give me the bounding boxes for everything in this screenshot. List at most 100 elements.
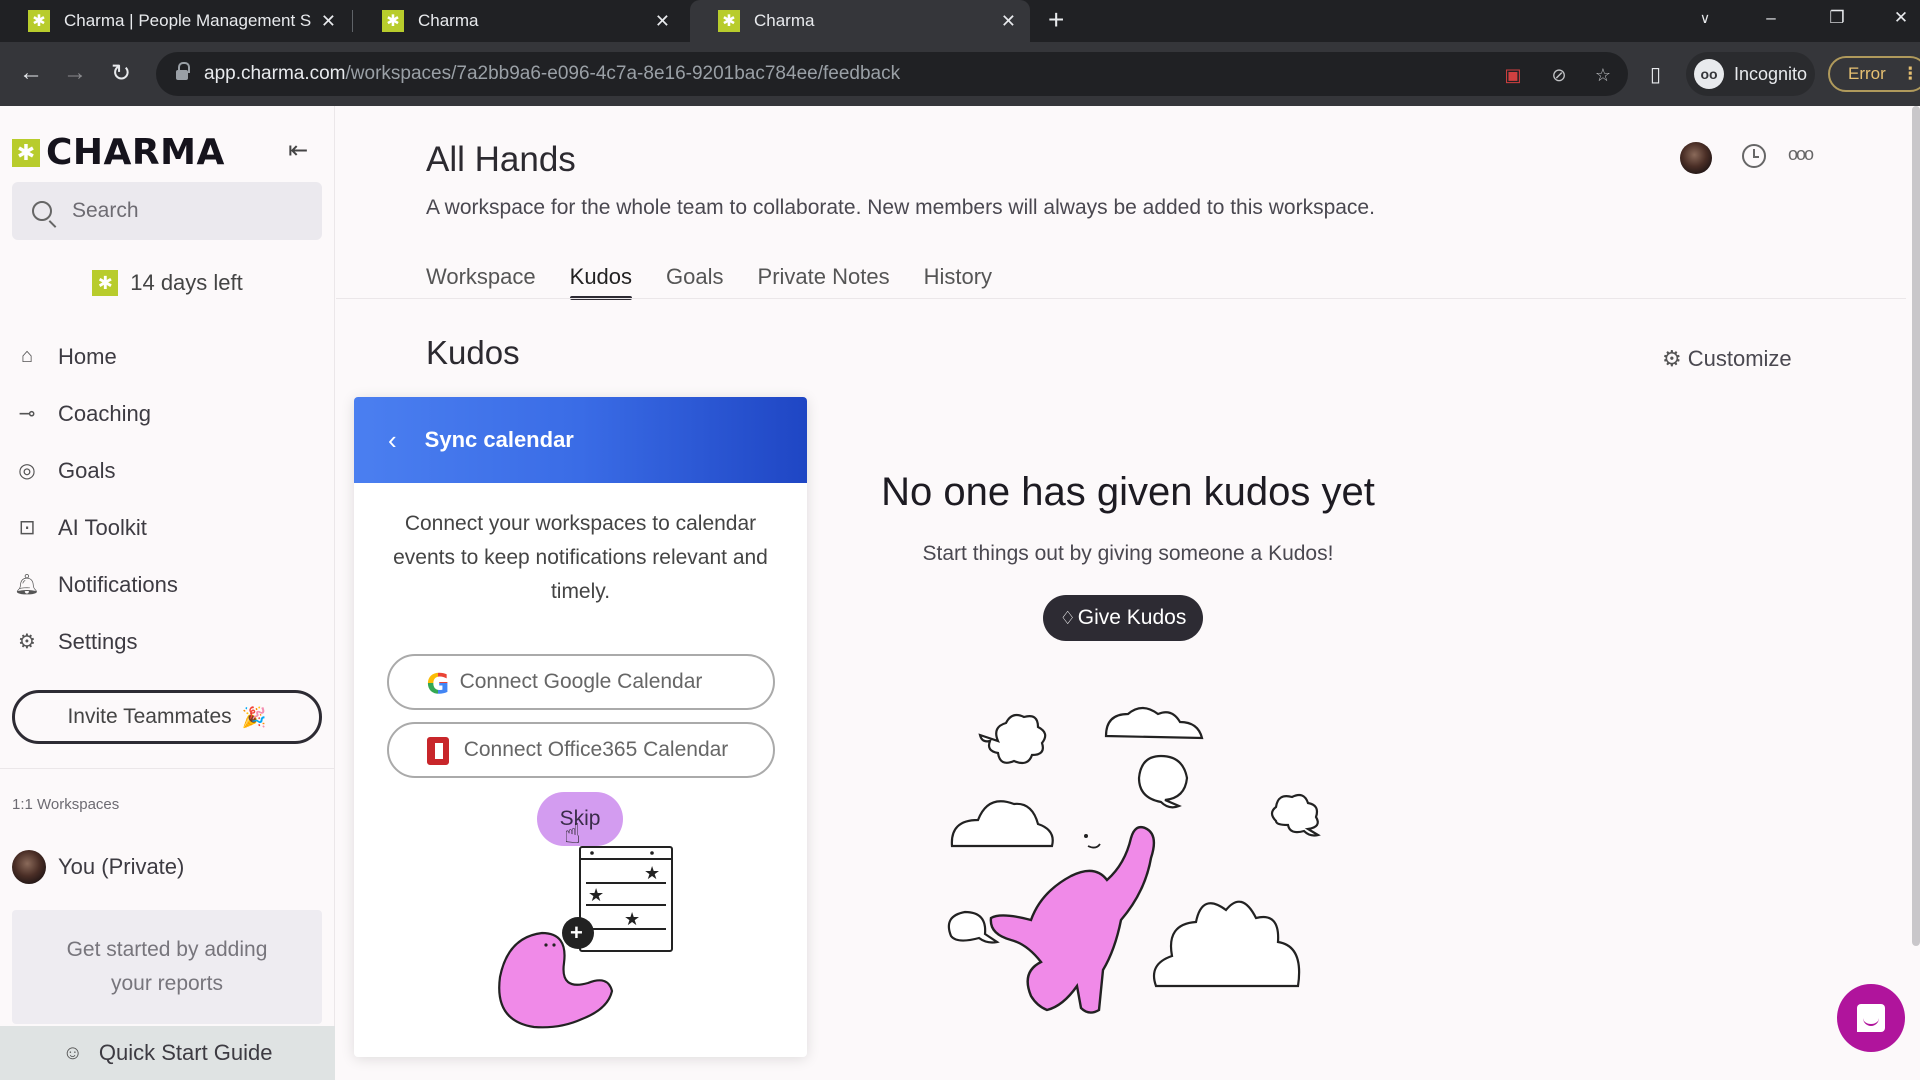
diamond-icon: ♢ bbox=[1059, 607, 1076, 628]
home-icon: ⌂ bbox=[20, 345, 34, 367]
calendar-illustration: ★ ★ ★ + bbox=[498, 846, 673, 1029]
pink-mascot bbox=[989, 825, 1156, 1014]
tab-goals[interactable]: Goals bbox=[666, 264, 723, 300]
tab-private-notes[interactable]: Private Notes bbox=[758, 264, 890, 300]
sidebar: ✱ CHARMA ⇤ ✱ 14 days left ⌂ Home ⊸ Coach… bbox=[0, 106, 335, 1080]
smile-pin-icon: ☺ bbox=[62, 1041, 83, 1064]
sidebar-item-home[interactable]: ⌂ Home bbox=[0, 328, 335, 385]
sidebar-divider bbox=[0, 768, 335, 769]
robot-icon: ⊡ bbox=[18, 517, 36, 539]
lock-icon bbox=[176, 62, 190, 81]
invite-teammates-button[interactable]: Invite Teammates 🎉 bbox=[12, 690, 322, 744]
bell-icon: 🔔︎ bbox=[14, 574, 40, 596]
cloud bbox=[978, 713, 1047, 765]
gear-icon: ⚙ bbox=[1662, 346, 1682, 371]
connect-google-calendar-button[interactable]: G Connect Google Calendar bbox=[387, 654, 775, 710]
tab-kudos[interactable]: Kudos bbox=[569, 264, 633, 300]
page-scrollbar[interactable] bbox=[1912, 106, 1920, 946]
member-avatar[interactable] bbox=[1680, 142, 1712, 174]
charma-favicon: ✱ bbox=[382, 10, 404, 32]
target-icon: ◎ bbox=[18, 460, 36, 482]
workspace-tabs: Workspace Kudos Goals Private Notes Hist… bbox=[426, 264, 992, 300]
speech-bubble bbox=[947, 910, 1000, 944]
back-arrow-icon[interactable]: ← bbox=[14, 56, 48, 90]
collapse-sidebar-icon[interactable]: ⇤ bbox=[288, 136, 308, 165]
popup-description: Connect your workspaces to calendar even… bbox=[393, 512, 768, 603]
tab-workspace[interactable]: Workspace bbox=[426, 264, 536, 300]
cloud bbox=[1270, 793, 1321, 837]
charma-logo-mark-icon: ✱ bbox=[12, 138, 40, 167]
sidebar-item-goals[interactable]: ◎ Goals bbox=[0, 442, 335, 499]
mascot-eye bbox=[1084, 834, 1088, 838]
browser-tab-2[interactable]: ✱ Charma ✕ bbox=[354, 0, 684, 42]
browser-tab-bar: ✱ Charma | People Management S ✕ ✱ Charm… bbox=[0, 0, 1920, 42]
side-panel-icon[interactable]: ▯ bbox=[1650, 62, 1661, 87]
section-title: Kudos bbox=[426, 334, 520, 371]
workspace-item-private[interactable]: You (Private) bbox=[12, 850, 184, 884]
address-bar[interactable]: app.charma.com/workspaces/7a2bb9a6-e096-… bbox=[156, 52, 1628, 96]
quick-start-guide-button[interactable]: ☺ Quick Start Guide bbox=[0, 1026, 335, 1080]
star-icon: ★ bbox=[588, 885, 604, 905]
support-chat-button[interactable] bbox=[1837, 984, 1905, 1052]
tab-search-chevron-icon[interactable]: ∨ bbox=[1682, 0, 1728, 36]
bookmark-star-icon[interactable]: ☆ bbox=[1592, 64, 1614, 86]
party-popper-icon: 🎉 bbox=[241, 706, 267, 729]
workspace-title: All Hands bbox=[426, 140, 576, 179]
chevron-left-icon[interactable]: ‹ bbox=[388, 425, 397, 456]
clock-icon[interactable] bbox=[1742, 144, 1766, 168]
office365-icon bbox=[423, 736, 453, 766]
workspaces-heading: 1:1 Workspaces bbox=[12, 796, 120, 813]
add-reports-hint[interactable]: Get started by adding your reports bbox=[12, 910, 322, 1024]
kebab-menu-icon: ⋮ bbox=[1901, 64, 1919, 83]
close-window-icon[interactable]: ✕ bbox=[1878, 0, 1920, 36]
workspace-description: A workspace for the whole team to collab… bbox=[426, 196, 1375, 219]
charma-favicon: ✱ bbox=[28, 10, 50, 32]
gear-icon: ⚙ bbox=[18, 631, 36, 653]
close-tab-icon[interactable]: ✕ bbox=[655, 11, 670, 32]
browser-tab-3-active[interactable]: ✱ Charma ✕ bbox=[690, 0, 1030, 42]
google-icon: G bbox=[423, 667, 453, 700]
sidebar-item-settings[interactable]: ⚙ Settings bbox=[0, 613, 335, 670]
browser-toolbar: ← → ↻ app.charma.com/workspaces/7a2bb9a6… bbox=[0, 42, 1920, 106]
close-tab-icon[interactable]: ✕ bbox=[321, 11, 336, 32]
empty-state-title: No one has given kudos yet bbox=[881, 470, 1375, 514]
forward-arrow-icon[interactable]: → bbox=[58, 56, 92, 90]
search-input[interactable] bbox=[72, 199, 292, 223]
tabs-divider bbox=[336, 298, 1906, 299]
error-button[interactable]: Error ⋮ bbox=[1828, 56, 1920, 92]
incognito-profile[interactable]: oo Incognito bbox=[1686, 52, 1816, 96]
search-box[interactable] bbox=[12, 182, 322, 240]
browser-tab-1[interactable]: ✱ Charma | People Management S ✕ bbox=[0, 0, 350, 42]
sidebar-item-ai-toolkit[interactable]: ⊡ AI Toolkit bbox=[0, 499, 335, 556]
trial-badge[interactable]: ✱ 14 days left bbox=[0, 270, 335, 296]
more-options-icon[interactable]: ooo bbox=[1788, 144, 1814, 165]
tab-history[interactable]: History bbox=[924, 264, 992, 300]
connect-office365-calendar-button[interactable]: Connect Office365 Calendar bbox=[387, 722, 775, 778]
cloud bbox=[1104, 706, 1204, 740]
charma-logo[interactable]: ✱ CHARMA bbox=[12, 132, 225, 173]
plus-icon: + bbox=[570, 920, 583, 945]
sidebar-nav: ⌂ Home ⊸ Coaching ◎ Goals ⊡ AI Toolkit 🔔… bbox=[0, 328, 335, 670]
restore-icon[interactable]: ❐ bbox=[1814, 0, 1860, 36]
camera-blocked-icon[interactable]: ▣ bbox=[1502, 64, 1524, 86]
popup-header: ‹ Sync calendar bbox=[354, 397, 807, 483]
hand-pointer-cursor-icon: ☝ bbox=[564, 818, 582, 849]
sidebar-item-notifications[interactable]: 🔔︎ Notifications bbox=[0, 556, 335, 613]
star-icon: ★ bbox=[624, 909, 640, 929]
chat-bubble-icon bbox=[1857, 1004, 1885, 1032]
whistle-icon: ⊸ bbox=[18, 403, 36, 425]
new-tab-button[interactable]: + bbox=[1048, 4, 1064, 36]
empty-state-subtitle: Start things out by giving someone a Kud… bbox=[922, 542, 1334, 565]
reload-icon[interactable]: ↻ bbox=[104, 56, 138, 90]
sidebar-item-coaching[interactable]: ⊸ Coaching bbox=[0, 385, 335, 442]
close-tab-icon[interactable]: ✕ bbox=[1001, 11, 1016, 32]
customize-button[interactable]: ⚙ Customize bbox=[1662, 346, 1792, 372]
star-icon: ★ bbox=[644, 863, 660, 883]
incognito-icon: oo bbox=[1694, 59, 1724, 89]
cloud bbox=[1152, 900, 1301, 988]
give-kudos-button[interactable]: ♢ Give Kudos bbox=[1043, 595, 1203, 641]
eye-off-icon[interactable]: ⊘ bbox=[1548, 64, 1570, 86]
charma-logo-mark-icon: ✱ bbox=[92, 270, 119, 296]
speech-bubble bbox=[1137, 754, 1189, 809]
minimize-icon[interactable]: – bbox=[1748, 0, 1794, 36]
